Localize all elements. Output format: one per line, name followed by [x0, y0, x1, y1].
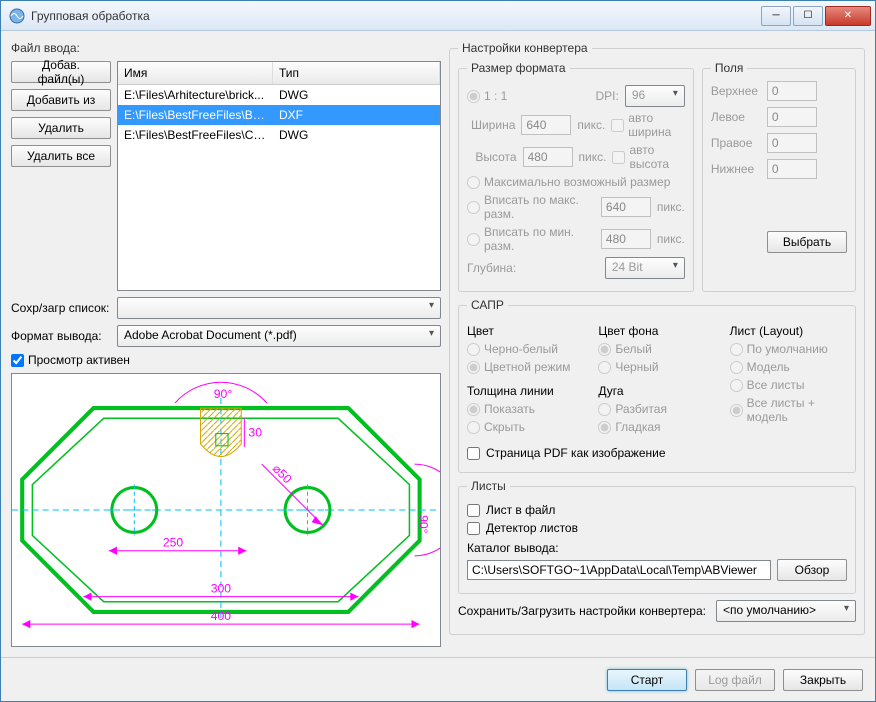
- converter-settings: Настройки конвертера Размер формата 1 : …: [449, 41, 865, 635]
- pdf-as-image-check[interactable]: [467, 447, 480, 460]
- svg-text:300: 300: [211, 582, 232, 596]
- table-row[interactable]: E:\Files\BestFreeFiles\CA...DWG: [118, 125, 440, 145]
- output-dir-input[interactable]: [467, 560, 771, 580]
- delete-all-button[interactable]: Удалить все: [11, 145, 111, 167]
- file-input-label: Файл ввода:: [11, 41, 441, 55]
- sheet-detector-check[interactable]: [467, 522, 480, 535]
- line-show-radio: [467, 403, 480, 416]
- color-mode-radio: [467, 361, 480, 374]
- margin-top-input: [767, 81, 817, 101]
- sheets-group: Листы Лист в файл Детектор листов Катало…: [458, 479, 856, 594]
- bg-white-radio: [598, 343, 611, 356]
- layout-default-radio: [730, 343, 743, 356]
- height-input: [523, 147, 573, 167]
- arc-smooth-radio: [598, 421, 611, 434]
- col-type[interactable]: Тип: [273, 62, 440, 84]
- depth-combo: 24 Bit: [605, 257, 685, 279]
- close-button[interactable]: ✕: [825, 6, 871, 26]
- add-from-button[interactable]: Добавить из: [11, 89, 111, 111]
- max-size-radio: [467, 176, 480, 189]
- preview-pane: 90° 30 ⌀50 90° 200 250: [11, 373, 441, 647]
- file-list[interactable]: Имя Тип E:\Files\Arhitecture\brick...DWG…: [117, 61, 441, 291]
- dim-90-top: 90°: [214, 387, 233, 401]
- delete-button[interactable]: Удалить: [11, 117, 111, 139]
- browse-button[interactable]: Обзор: [777, 559, 847, 581]
- svg-text:400: 400: [211, 609, 232, 623]
- sheet-to-file-check[interactable]: [467, 504, 480, 517]
- window-title: Групповая обработка: [31, 9, 761, 23]
- save-load-list-label: Сохр/загр список:: [11, 301, 111, 315]
- auto-height-check: [612, 151, 625, 164]
- margin-bottom-input: [767, 159, 817, 179]
- output-dir-label: Каталог вывода:: [467, 541, 847, 555]
- output-format-label: Формат вывода:: [11, 329, 111, 343]
- titlebar: Групповая обработка ─ ☐ ✕: [1, 1, 875, 31]
- fit-max-radio: [467, 201, 480, 214]
- minimize-button[interactable]: ─: [761, 6, 791, 26]
- arc-broken-radio: [598, 403, 611, 416]
- maximize-button[interactable]: ☐: [793, 6, 823, 26]
- fit-min-radio: [467, 233, 480, 246]
- margin-right-input: [767, 133, 817, 153]
- close-dialog-button[interactable]: Закрыть: [783, 669, 863, 691]
- output-format-combo[interactable]: Adobe Acrobat Document (*.pdf): [117, 325, 441, 347]
- dpi-combo: 96: [625, 85, 685, 107]
- save-load-conv-label: Сохранить/Загрузить настройки конвертера…: [458, 604, 706, 618]
- ratio-11-radio: [467, 90, 480, 103]
- auto-width-check: [611, 119, 624, 132]
- svg-text:⌀50: ⌀50: [270, 461, 295, 486]
- preview-enabled-checkbox[interactable]: Просмотр активен: [11, 353, 441, 367]
- margin-left-input: [767, 107, 817, 127]
- width-input: [521, 115, 571, 135]
- cad-group: САПР Цвет Черно-белый Цветной режим Толщ…: [458, 298, 856, 473]
- layout-allmodel-radio: [730, 404, 743, 417]
- start-button[interactable]: Старт: [607, 669, 687, 691]
- fit-min-input: [601, 229, 651, 249]
- margins-group: Поля Верхнее Левое Правое Нижнее Выбрать: [702, 61, 856, 292]
- table-row[interactable]: E:\Files\BestFreeFiles\Bra...DXF: [118, 105, 440, 125]
- save-load-conv-combo[interactable]: <по умолчанию>: [716, 600, 856, 622]
- layout-model-radio: [730, 361, 743, 374]
- choose-margins-button[interactable]: Выбрать: [767, 231, 847, 253]
- layout-all-radio: [730, 379, 743, 392]
- svg-text:90°: 90°: [417, 515, 431, 534]
- fit-max-input: [601, 197, 651, 217]
- line-hide-radio: [467, 421, 480, 434]
- format-size-group: Размер формата 1 : 1 DPI: 96 Ширина пикс…: [458, 61, 694, 292]
- app-icon: [9, 8, 25, 24]
- table-row[interactable]: E:\Files\Arhitecture\brick...DWG: [118, 85, 440, 105]
- dim-30: 30: [248, 426, 262, 440]
- add-files-button[interactable]: Добав. файл(ы): [11, 61, 111, 83]
- svg-text:250: 250: [163, 536, 184, 550]
- save-load-list-combo[interactable]: [117, 297, 441, 319]
- bw-radio: [467, 343, 480, 356]
- bg-black-radio: [598, 361, 611, 374]
- col-name[interactable]: Имя: [118, 62, 273, 84]
- log-file-button: Log файл: [695, 669, 775, 691]
